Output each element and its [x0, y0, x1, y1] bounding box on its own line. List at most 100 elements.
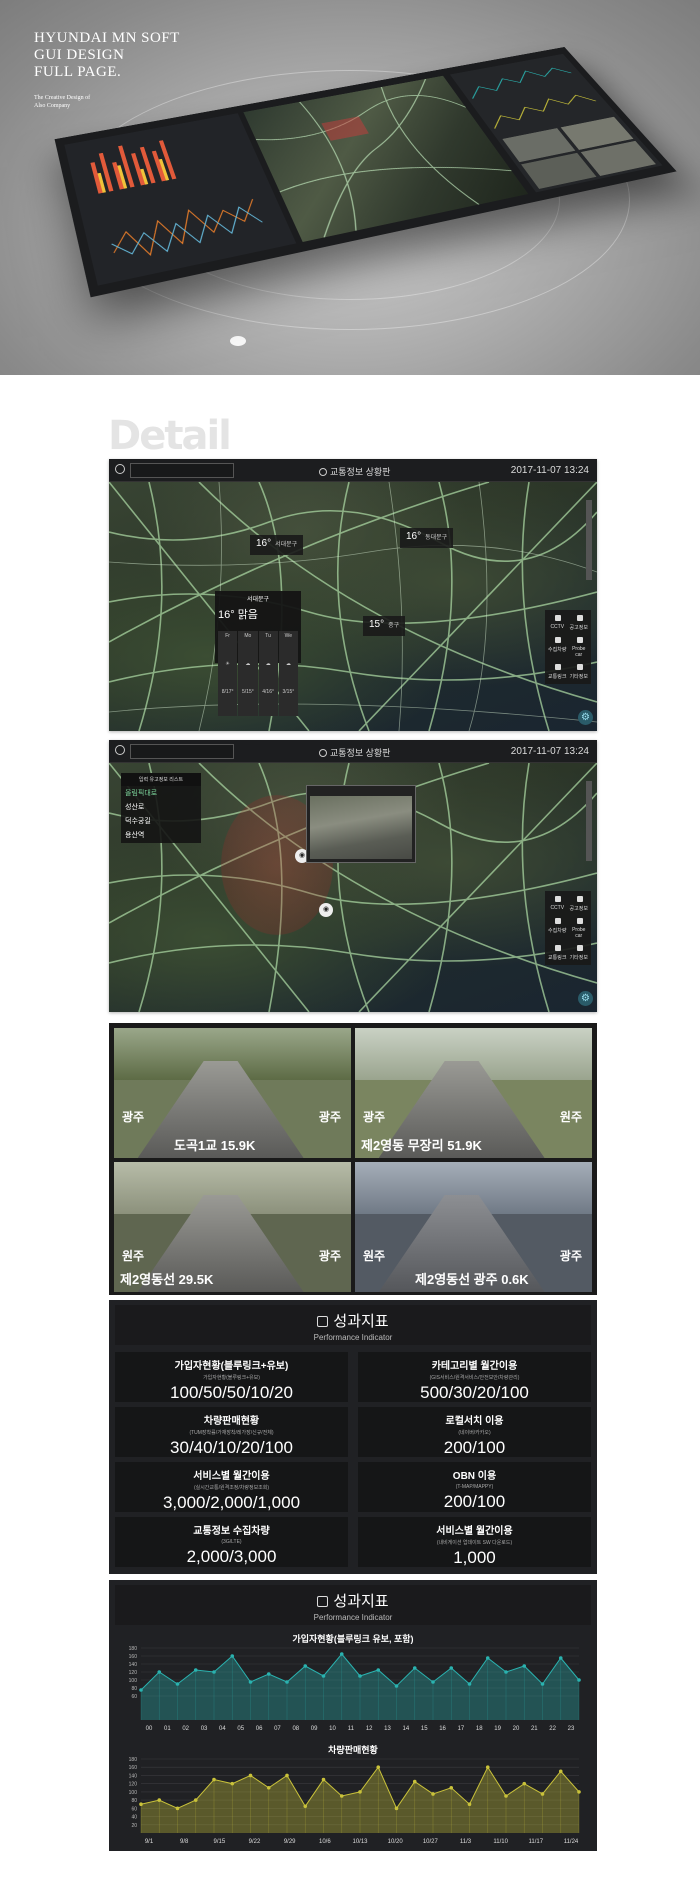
kpi-cell: 서비스별 월간이용 (내비게이션 업데이트 SW 다운로드) 1,000 — [358, 1517, 591, 1567]
cctv-feed[interactable]: 광주 원주 제2영동 무장리 51.9K — [355, 1028, 592, 1158]
weather-card[interactable]: 서대문구 16° 맑음 Fr ☀ 8/17° Mo ☁ 5/15° Tu ☁ 4/16° W… — [215, 591, 301, 663]
y-tick-label: 80 — [131, 1686, 137, 1692]
cctv-feed[interactable]: 원주 광주 제2영동선 29.5K — [114, 1162, 351, 1292]
cctv-camera-icon[interactable]: ◉ — [319, 903, 333, 917]
direction-right: 광주 — [319, 1247, 341, 1264]
zoom-slider[interactable] — [586, 781, 592, 861]
x-tick-label: 10/27 — [423, 1839, 439, 1845]
layer-cctv[interactable]: CCTV — [547, 612, 568, 633]
map-view[interactable]: 16° 서대문구 16° 동대문구 15° 중구 서대문구 16° 맑음 Fr ☀ 8/1… — [109, 482, 597, 731]
x-tick-label: 03 — [201, 1726, 208, 1732]
data-point — [157, 1670, 161, 1674]
data-point — [376, 1765, 380, 1769]
data-point — [230, 1782, 234, 1786]
kpi-cell: 로컬서치 이용 (네이버/카카오) 200/100 — [358, 1407, 591, 1457]
search-input[interactable] — [130, 744, 234, 759]
weather-tag[interactable]: 16° 동대문구 — [400, 528, 453, 548]
data-point — [139, 1688, 143, 1692]
y-tick-label: 160 — [129, 1765, 138, 1771]
layer-traffic-link[interactable]: 교통링크 — [547, 942, 568, 963]
kpi-title: 성과지표 — [333, 1593, 388, 1610]
kpi-title: 성과지표 — [333, 1313, 388, 1330]
x-tick-label: 01 — [164, 1726, 171, 1732]
incident-item[interactable]: 올림픽대로 — [121, 786, 201, 800]
kpi-cell-value: 30/40/10/20/100 — [115, 1438, 348, 1458]
y-tick-label: 120 — [129, 1782, 138, 1788]
data-point — [157, 1798, 161, 1802]
x-tick-label: 09 — [311, 1726, 318, 1732]
layer-cctv[interactable]: CCTV — [547, 893, 568, 914]
weather-place: 서대문구 — [275, 542, 297, 548]
layer-probe-car[interactable]: Probe car — [569, 634, 590, 660]
gear-icon[interactable]: ⚙ — [578, 991, 593, 1006]
cctv-feed[interactable]: 원주 광주 제2영동선 광주 0.6K — [355, 1162, 592, 1292]
y-tick-label: 120 — [129, 1670, 138, 1676]
sun-icon: ☀ — [218, 660, 237, 688]
gear-icon[interactable]: ⚙ — [578, 710, 593, 725]
hero-subtitle: The Creative Design of Also Company — [34, 94, 90, 110]
kpi-subtitle: Performance Indicator — [115, 1613, 591, 1622]
cctv-feed[interactable]: 광주 광주 도곡1교 15.9K — [114, 1028, 351, 1158]
forecast-day: Fr ☀ 8/17° — [218, 631, 237, 659]
data-point — [249, 1680, 253, 1684]
forecast-temp: 5/15° — [238, 688, 257, 716]
forecast-temp: 4/16° — [259, 688, 278, 716]
hero-sub-line: The Creative Design of — [34, 94, 90, 102]
data-point — [468, 1682, 472, 1686]
forecast-temp: 8/17° — [218, 688, 237, 716]
x-tick-label: 10/20 — [388, 1839, 404, 1845]
incident-item[interactable]: 덕수궁길 — [121, 814, 201, 828]
hero-title-line: HYUNDAI MN SOFT — [34, 30, 180, 47]
hero-banner: HYUNDAI MN SOFT GUI DESIGN FULL PAGE. Th… — [0, 0, 700, 375]
data-point — [194, 1668, 198, 1672]
data-point — [322, 1778, 326, 1782]
y-tick-label: 80 — [131, 1798, 137, 1804]
direction-left: 광주 — [122, 1108, 144, 1125]
search-control[interactable] — [115, 744, 233, 759]
x-tick-label: 20 — [513, 1726, 520, 1732]
map-view[interactable]: ◉ ◉ 입력 유고정보 리스트 올림픽대로 성산로 덕수궁길 용산역 CCTV … — [109, 763, 597, 1012]
data-point — [559, 1656, 563, 1660]
kpi-cell-value: 3,000/2,000/1,000 — [115, 1493, 348, 1513]
layer-other[interactable]: 기타정보 — [569, 661, 590, 682]
cloud-icon: ☁ — [238, 660, 257, 688]
layer-other[interactable]: 기타정보 — [569, 942, 590, 963]
kpi-cell-value: 500/30/20/100 — [358, 1383, 591, 1403]
x-tick-label: 11 — [348, 1726, 355, 1732]
search-input[interactable] — [130, 463, 234, 478]
search-icon[interactable] — [115, 464, 125, 474]
incident-item[interactable]: 성산로 — [121, 800, 201, 814]
layer-probe-car[interactable]: Probe car — [569, 915, 590, 941]
data-point — [522, 1782, 526, 1786]
cctv-popup[interactable] — [306, 785, 416, 863]
x-tick-label: 10 — [329, 1726, 336, 1732]
kpi-cell-title: 카테고리별 월간이용 — [358, 1357, 591, 1372]
data-point — [431, 1680, 435, 1684]
direction-left: 광주 — [363, 1108, 385, 1125]
clock-icon — [319, 468, 327, 476]
layer-notice[interactable]: 공고정보 — [569, 893, 590, 914]
search-icon[interactable] — [115, 745, 125, 755]
search-control[interactable] — [115, 463, 233, 478]
layer-traffic-link[interactable]: 교통링크 — [547, 661, 568, 682]
layer-collect-car[interactable]: 수집차량 — [547, 915, 568, 941]
x-tick-label: 18 — [476, 1726, 483, 1732]
weather-tag[interactable]: 16° 서대문구 — [250, 535, 303, 555]
kpi-cell-value: 100/50/50/10/20 — [115, 1383, 348, 1403]
kpi-cell-subtitle: (네이버/카카오) — [358, 1429, 591, 1436]
kpi-cell-title: 서비스별 월간이용 — [358, 1522, 591, 1537]
page-title: 교통정보 상황판 — [319, 465, 390, 478]
layer-notice[interactable]: 공고정보 — [569, 612, 590, 633]
data-point — [358, 1790, 362, 1794]
kpi-cell-subtitle: 가입자현황(블루링크+유보) — [115, 1374, 348, 1381]
kpi-cell-title: 서비스별 월간이용 — [115, 1467, 348, 1482]
forecast-day-name: Tu — [259, 632, 278, 660]
subscriber-chart: 180160140120100806000 01 02 03 04 05 06 07 08 09 1… — [109, 1642, 597, 1740]
layer-collect-car[interactable]: 수집차량 — [547, 634, 568, 660]
incident-list-header: 입력 유고정보 리스트 — [121, 773, 201, 786]
datetime: 2017-11-07 13:24 — [511, 465, 589, 476]
data-point — [504, 1794, 508, 1798]
zoom-slider[interactable] — [586, 500, 592, 580]
weather-tag[interactable]: 15° 중구 — [363, 616, 405, 636]
incident-item[interactable]: 용산역 — [121, 828, 201, 842]
